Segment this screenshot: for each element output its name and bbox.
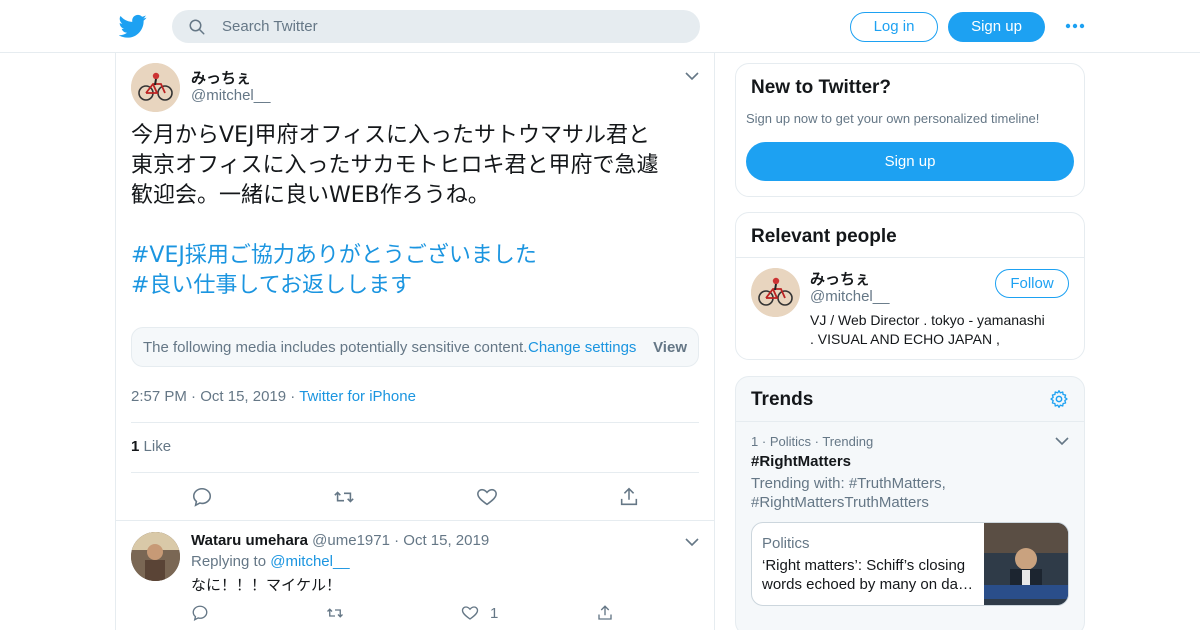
login-button[interactable]: Log in [850,12,938,42]
reply-like-count: 1 [490,605,499,622]
tweet-source-link[interactable]: Twitter for iPhone [299,388,416,405]
change-settings-link[interactable]: Change settings [528,339,636,356]
news-headline-line: words echoed by many on da… [762,576,973,593]
meta-dot: · [290,388,300,405]
divider [736,421,1084,422]
tweet-text: 今月からVEJ甲府オフィスに入ったサトウマサル君と 東京オフィスに入ったサカモト… [131,121,706,301]
reply-icon[interactable] [191,486,213,508]
person-bio: VJ / Web Director . tokyo - yamanashi . … [810,311,1072,349]
avatar[interactable] [131,532,180,581]
news-category: Politics [762,535,810,552]
trend-rank: 1 [751,434,759,449]
reply-author-name[interactable]: Wataru umehara [191,532,308,549]
reply-text: なに！！！マイケル！ [191,576,342,594]
retweet-icon[interactable] [326,604,344,622]
tweet-time: 2:57 PM [131,388,187,405]
more-dots-icon[interactable] [1064,18,1086,34]
card-subtitle: Sign up now to get your own personalized… [746,111,1040,126]
reply-author-handle[interactable]: @ume1971 [312,532,390,549]
person-name[interactable]: みっちぇ [810,268,870,289]
meta-dot: · [761,434,770,449]
twitter-bird-icon[interactable] [119,12,147,40]
news-headline: ‘Right matters’: Schiff’s closing words … [762,556,977,594]
signup-button[interactable]: Sign up [948,12,1045,42]
tweet-column: みっちぇ @mitchel__ 今月からVEJ甲府オフィスに入ったサトウマサル君… [115,53,715,630]
chevron-down-icon[interactable] [685,537,699,547]
trend-status: Trending [822,434,874,449]
like-count-value: 1 [131,438,140,455]
follow-button[interactable]: Follow [995,269,1069,298]
news-card[interactable]: Politics ‘Right matters’: Schiff’s closi… [751,522,1069,606]
top-bar: Log in Sign up [0,0,1200,53]
user-photo [131,532,180,581]
avatar[interactable] [131,63,180,112]
gear-icon[interactable] [1049,389,1069,409]
divider [131,422,699,423]
replying-to-label: Replying to [191,553,267,570]
tweet-text-line: 今月からVEJ甲府オフィスに入ったサトウマサル君と [131,123,651,148]
chevron-down-icon[interactable] [1055,436,1069,446]
meta-dot: · [394,532,404,549]
bicycle-icon [131,63,180,112]
chevron-down-icon[interactable] [685,71,699,81]
card-title: New to Twitter? [751,77,892,98]
tweet-text-line: 歓迎会。一緒に良いWEB作ろうね。 [131,183,490,208]
news-thumbnail [984,523,1068,605]
new-to-twitter-card: New to Twitter? Sign up now to get your … [735,63,1085,197]
trending-with: Trending with: #TruthMatters, #RightMatt… [751,474,981,512]
like-icon[interactable] [461,604,479,622]
divider [736,257,1084,258]
replying-to: Replying to @mitchel__ [191,553,350,570]
replying-to-handle[interactable]: @mitchel__ [270,553,349,570]
retweet-icon[interactable] [333,486,355,508]
relevant-people-card: Relevant people みっちぇ @mitchel__ Follow V… [735,212,1085,360]
trend-category: Politics [769,434,811,449]
like-count-label: Like [143,438,172,455]
news-headline-line: ‘Right matters’: Schiff’s closing [762,557,966,574]
sensitive-message: The following media includes potentially… [143,339,528,356]
tweet-text-line: 東京オフィスに入ったサカモトヒロキ君と甲府で急遽 [131,153,659,178]
trending-with-line: #RightMattersTruthMatters [751,494,929,511]
tweet-date: Oct 15, 2019 [200,388,287,405]
bio-line: . VISUAL AND ECHO JAPAN , [810,331,1000,347]
card-title: Trends [751,389,814,410]
reply-date[interactable]: Oct 15, 2019 [403,532,489,549]
divider [131,472,699,473]
meta-dot: · [191,388,201,405]
search-input[interactable] [222,10,682,43]
reply-icon[interactable] [191,604,209,622]
hashtag-link[interactable]: #VEJ採用ご協力ありがとうございました [131,241,706,271]
like-count[interactable]: 1 Like [131,438,171,455]
avatar[interactable] [751,268,800,317]
search-box[interactable] [172,10,700,43]
reply-header: Wataru umehara @ume1971 · Oct 15, 2019 [191,532,489,549]
tweet-meta: 2:57 PM · Oct 15, 2019 · Twitter for iPh… [131,388,416,405]
sensitive-media-notice: The following media includes potentially… [131,327,699,367]
sidebar-signup-button[interactable]: Sign up [746,142,1074,181]
search-icon [189,19,205,35]
like-icon[interactable] [476,486,498,508]
view-media-button[interactable]: View [653,339,687,356]
author-handle[interactable]: @mitchel__ [191,87,270,104]
bicycle-icon [751,268,800,317]
person-handle[interactable]: @mitchel__ [810,288,889,305]
trend-meta: 1 · Politics · Trending [751,434,873,449]
trending-with-line: Trending with: #TruthMatters, [751,475,946,492]
divider [116,520,714,521]
trend-name[interactable]: #RightMatters [751,453,851,470]
card-title: Relevant people [751,226,897,247]
trends-card: Trends 1 · Politics · Trending #RightMat… [735,376,1085,630]
share-icon[interactable] [618,486,640,508]
hashtag-link[interactable]: #良い仕事してお返しします [131,271,706,301]
author-name[interactable]: みっちぇ [191,67,251,88]
bio-line: VJ / Web Director . tokyo - yamanashi [810,312,1045,328]
share-icon[interactable] [596,604,614,622]
